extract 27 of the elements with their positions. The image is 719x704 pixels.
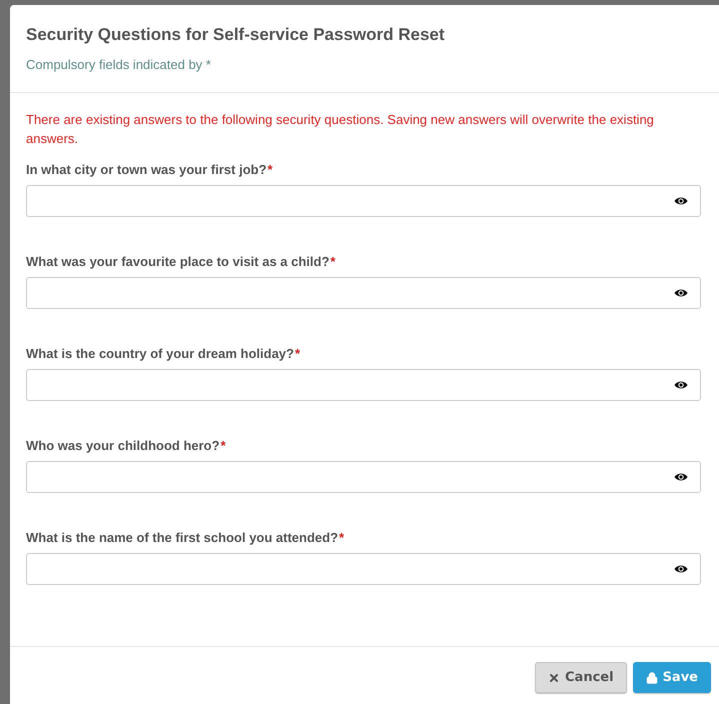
answer-field[interactable]: [26, 277, 701, 309]
question-label: Who was your childhood hero?: [26, 438, 220, 453]
warning-message: There are existing answers to the following security questions. Saving new answers will overwrite the existing answers.: [26, 111, 655, 148]
question-label: In what city or town was your first job?: [26, 162, 267, 177]
question-label: What was your favourite place to visit as a child?: [26, 254, 330, 269]
required-mark: *: [268, 162, 273, 177]
eye-icon[interactable]: [674, 288, 688, 298]
eye-icon[interactable]: [674, 564, 688, 574]
answer-field[interactable]: [26, 553, 701, 585]
lock-icon: [646, 672, 658, 684]
required-mark: *: [220, 438, 226, 453]
close-icon: [548, 672, 560, 684]
answer-field[interactable]: [26, 461, 701, 493]
eye-icon[interactable]: [674, 380, 688, 390]
question-label: What is the name of the first school you attended?: [26, 530, 338, 545]
required-mark: *: [339, 530, 344, 545]
dialog-subtitle: Compulsory fields indicated by *: [26, 57, 212, 72]
required-mark: *: [330, 254, 336, 269]
required-mark: *: [294, 346, 300, 361]
eye-icon[interactable]: [674, 472, 688, 482]
answer-field[interactable]: [26, 369, 701, 401]
question-label: What is the country of your dream holiday?: [26, 346, 294, 361]
save-button[interactable]: Save: [632, 662, 711, 693]
eye-icon[interactable]: [674, 196, 688, 206]
answer-field[interactable]: [26, 185, 701, 217]
dialog-title: Security Questions for Self-service Password Reset: [26, 25, 446, 45]
cancel-button[interactable]: Cancel: [535, 662, 627, 693]
